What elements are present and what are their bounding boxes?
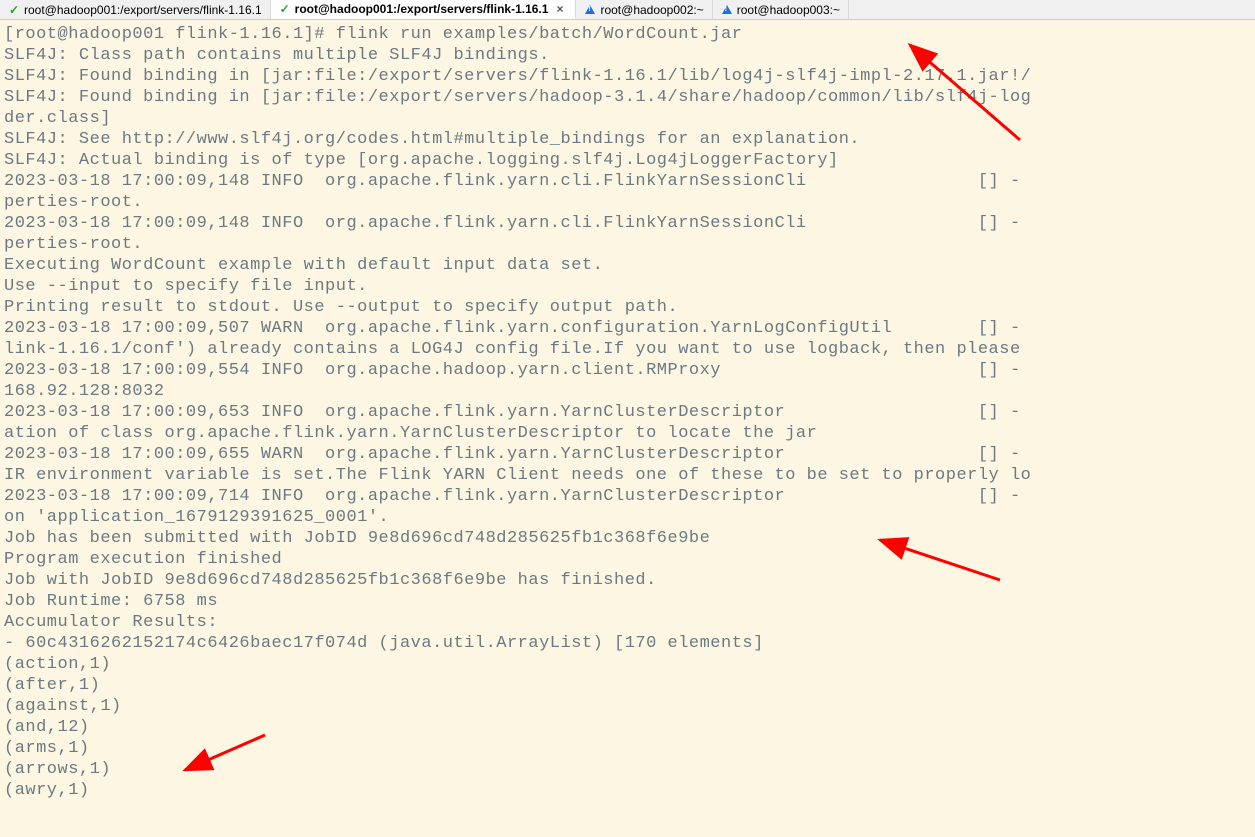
terminal-line: on 'application_1679129391625_0001'. — [4, 507, 1251, 528]
terminal-line: 2023-03-18 17:00:09,148 INFO org.apache.… — [4, 171, 1251, 192]
terminal-line: 2023-03-18 17:00:09,554 INFO org.apache.… — [4, 360, 1251, 381]
terminal-line: Job with JobID 9e8d696cd748d285625fb1c36… — [4, 570, 1251, 591]
terminal-line: (and,12) — [4, 717, 1251, 738]
terminal-output[interactable]: [root@hadoop001 flink-1.16.1]# flink run… — [0, 20, 1255, 805]
terminal-line: Use --input to specify file input. — [4, 276, 1251, 297]
terminal-line: SLF4J: Actual binding is of type [org.ap… — [4, 150, 1251, 171]
tab-3[interactable]: root@hadoop003:~ — [713, 0, 849, 19]
terminal-line: Accumulator Results: — [4, 612, 1251, 633]
terminal-line: 2023-03-18 17:00:09,653 INFO org.apache.… — [4, 402, 1251, 423]
terminal-line: perties-root. — [4, 234, 1251, 255]
terminal-line: 2023-03-18 17:00:09,148 INFO org.apache.… — [4, 213, 1251, 234]
terminal-line: Program execution finished — [4, 549, 1251, 570]
tab-label: root@hadoop001:/export/servers/flink-1.1… — [295, 2, 549, 16]
terminal-line: Job has been submitted with JobID 9e8d69… — [4, 528, 1251, 549]
terminal-line: 168.92.128:8032 — [4, 381, 1251, 402]
terminal-line: [root@hadoop001 flink-1.16.1]# flink run… — [4, 24, 1251, 45]
terminal-line: der.class] — [4, 108, 1251, 129]
terminal-line: SLF4J: Found binding in [jar:file:/expor… — [4, 66, 1251, 87]
terminal-line: Executing WordCount example with default… — [4, 255, 1251, 276]
terminal-line: SLF4J: See http://www.slf4j.org/codes.ht… — [4, 129, 1251, 150]
terminal-line: 2023-03-18 17:00:09,507 WARN org.apache.… — [4, 318, 1251, 339]
tab-label: root@hadoop001:/export/servers/flink-1.1… — [24, 3, 262, 17]
terminal-line: SLF4J: Class path contains multiple SLF4… — [4, 45, 1251, 66]
terminal-line: Job Runtime: 6758 ms — [4, 591, 1251, 612]
tab-label: root@hadoop002:~ — [600, 3, 703, 17]
tab-0[interactable]: ✓ root@hadoop001:/export/servers/flink-1.… — [0, 0, 271, 19]
terminal-line: link-1.16.1/conf') already contains a LO… — [4, 339, 1251, 360]
terminal-line: Printing result to stdout. Use --output … — [4, 297, 1251, 318]
terminal-line: SLF4J: Found binding in [jar:file:/expor… — [4, 87, 1251, 108]
warning-icon — [721, 4, 733, 16]
terminal-line: - 60c4316262152174c6426baec17f074d (java… — [4, 633, 1251, 654]
terminal-line: (action,1) — [4, 654, 1251, 675]
close-icon[interactable]: × — [552, 2, 567, 16]
tab-2[interactable]: root@hadoop002:~ — [576, 0, 712, 19]
terminal-line: (after,1) — [4, 675, 1251, 696]
terminal-line: (against,1) — [4, 696, 1251, 717]
terminal-line: ation of class org.apache.flink.yarn.Yar… — [4, 423, 1251, 444]
tab-label: root@hadoop003:~ — [737, 3, 840, 17]
terminal-line: IR environment variable is set.The Flink… — [4, 465, 1251, 486]
terminal-line: 2023-03-18 17:00:09,714 INFO org.apache.… — [4, 486, 1251, 507]
terminal-line: perties-root. — [4, 192, 1251, 213]
terminal-line: 2023-03-18 17:00:09,655 WARN org.apache.… — [4, 444, 1251, 465]
check-icon: ✓ — [279, 3, 291, 15]
warning-icon — [584, 4, 596, 16]
terminal-line: (arms,1) — [4, 738, 1251, 759]
check-icon: ✓ — [8, 4, 20, 16]
tab-bar: ✓ root@hadoop001:/export/servers/flink-1.… — [0, 0, 1255, 20]
terminal-line: (arrows,1) — [4, 759, 1251, 780]
terminal-line: (awry,1) — [4, 780, 1251, 801]
tab-1[interactable]: ✓ root@hadoop001:/export/servers/flink-1.… — [271, 0, 577, 19]
